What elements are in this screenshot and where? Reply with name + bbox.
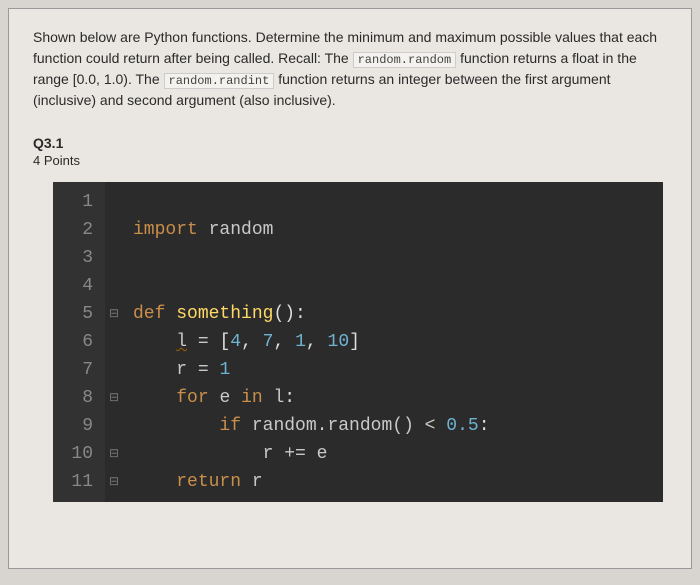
op-eq: =	[187, 332, 219, 352]
fold-marker	[105, 216, 123, 244]
var-l: l	[176, 332, 187, 352]
question-header: Q3.1 4 Points	[33, 135, 667, 168]
fold-marker[interactable]: ⊟	[105, 440, 123, 468]
code-line	[133, 272, 490, 300]
var-r: r	[263, 444, 274, 464]
line-number: 7	[63, 356, 93, 384]
keyword-if: if	[219, 416, 241, 436]
random-call: random.random()	[252, 416, 414, 436]
fold-marker	[105, 188, 123, 216]
fold-column: ⊟ ⊟ ⊟ ⊟	[105, 182, 123, 502]
line-number-gutter: 1 2 3 4 5 6 7 8 9 10 11	[53, 182, 105, 502]
fold-marker	[105, 272, 123, 300]
fold-marker[interactable]: ⊟	[105, 384, 123, 412]
var-l-ref: l	[273, 388, 284, 408]
code-line: r = 1	[133, 356, 490, 384]
keyword-return: return	[176, 472, 241, 492]
var-e: e	[219, 388, 230, 408]
module-random: random	[209, 220, 274, 240]
line-number: 5	[63, 300, 93, 328]
list-literal: [4, 7, 1, 10]	[219, 332, 360, 352]
code-block: 1 2 3 4 5 6 7 8 9 10 11 ⊟ ⊟ ⊟ ⊟	[53, 182, 663, 502]
var-r: r	[176, 360, 187, 380]
fold-marker	[105, 356, 123, 384]
instructions-text: Shown below are Python functions. Determ…	[33, 27, 667, 111]
op-eq: =	[187, 360, 219, 380]
colon: :	[479, 416, 490, 436]
op-pluseq: +=	[273, 444, 316, 464]
function-name: something	[176, 304, 273, 324]
code-line: for e in l:	[133, 384, 490, 412]
code-line: l = [4, 7, 1, 10]	[133, 328, 490, 356]
keyword-def: def	[133, 304, 165, 324]
line-number: 11	[63, 468, 93, 496]
keyword-for: for	[176, 388, 208, 408]
parens: ():	[273, 304, 305, 324]
code-line: import random	[133, 216, 490, 244]
code-line	[133, 244, 490, 272]
fold-marker	[105, 244, 123, 272]
colon: :	[284, 388, 295, 408]
line-number: 9	[63, 412, 93, 440]
code-line: def something():	[133, 300, 490, 328]
fold-marker	[105, 412, 123, 440]
question-page: Shown below are Python functions. Determ…	[8, 8, 692, 569]
var-e: e	[317, 444, 328, 464]
code-line: return r	[133, 468, 490, 496]
code-line	[133, 188, 490, 216]
line-number: 2	[63, 216, 93, 244]
line-number: 6	[63, 328, 93, 356]
code-lines: import random def something(): l = [4, 7…	[123, 182, 500, 502]
var-r: r	[252, 472, 263, 492]
code-line: r += e	[133, 440, 490, 468]
fold-marker[interactable]: ⊟	[105, 468, 123, 496]
op-lt: <	[414, 416, 446, 436]
inline-code-random-random: random.random	[353, 52, 457, 68]
question-number: Q3.1	[33, 135, 667, 151]
line-number: 10	[63, 440, 93, 468]
code-line: if random.random() < 0.5:	[133, 412, 490, 440]
num-1: 1	[219, 360, 230, 380]
fold-marker	[105, 328, 123, 356]
keyword-import: import	[133, 220, 198, 240]
num-half: 0.5	[446, 416, 478, 436]
question-points: 4 Points	[33, 153, 667, 168]
inline-code-random-randint: random.randint	[164, 73, 275, 89]
line-number: 4	[63, 272, 93, 300]
line-number: 3	[63, 244, 93, 272]
line-number: 1	[63, 188, 93, 216]
fold-marker[interactable]: ⊟	[105, 300, 123, 328]
keyword-in: in	[241, 388, 263, 408]
line-number: 8	[63, 384, 93, 412]
